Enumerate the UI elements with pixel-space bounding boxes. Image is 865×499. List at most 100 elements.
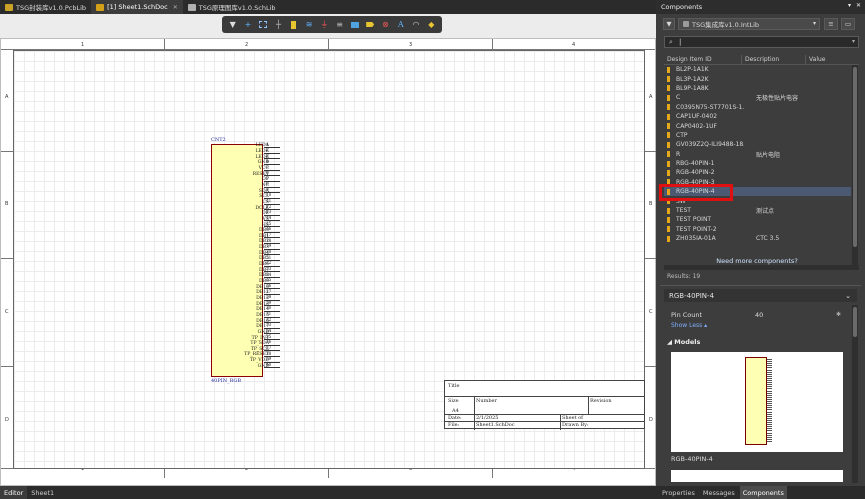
sheet-symbol-icon[interactable] bbox=[350, 20, 360, 30]
list-item[interactable]: C0395N75-ST7701S-1... bbox=[664, 103, 851, 112]
preview-pin bbox=[767, 405, 772, 407]
tab-components[interactable]: Components bbox=[739, 486, 787, 499]
preview-pin bbox=[767, 369, 772, 371]
chevron-down-icon[interactable]: ▾ bbox=[852, 38, 855, 45]
panel-title: Components bbox=[661, 3, 703, 11]
component-designator[interactable]: CNT2 bbox=[211, 137, 226, 143]
pin-number: 26 bbox=[266, 282, 272, 288]
list-item[interactable]: C 无极性贴片电容 bbox=[664, 93, 851, 102]
bus-icon[interactable]: ≋ bbox=[304, 20, 314, 30]
component-icon bbox=[667, 169, 670, 176]
doc-tab-schlib[interactable]: TSG原理图库v1.0.SchLib bbox=[183, 0, 281, 14]
item-id: TEST bbox=[676, 207, 691, 215]
chevron-down-icon[interactable]: ⌄ bbox=[845, 292, 851, 300]
preview-pin bbox=[767, 365, 772, 367]
search-input[interactable]: ⌕ | ▾ bbox=[664, 36, 859, 48]
close-icon[interactable]: ✕ bbox=[173, 4, 178, 11]
col-design-item-id[interactable]: Design Item ID bbox=[664, 55, 742, 65]
preview-pin bbox=[767, 426, 772, 428]
filter-icon[interactable]: ▼ bbox=[663, 18, 675, 30]
gear-icon[interactable]: ✱ bbox=[836, 311, 841, 318]
filter-icon[interactable]: ▼ bbox=[228, 20, 238, 30]
component-icon bbox=[667, 226, 670, 233]
list-item[interactable]: ZH035IA-01A CTC 3.5 bbox=[664, 234, 851, 243]
tab-messages[interactable]: Messages bbox=[700, 486, 738, 499]
scroll-thumb[interactable] bbox=[853, 67, 857, 247]
tab-sheet1[interactable]: Sheet1 bbox=[27, 486, 58, 499]
item-description: 贴片电阻 bbox=[756, 151, 781, 159]
component-comment[interactable]: 40PIN_RGB bbox=[211, 378, 241, 384]
cross-icon[interactable]: + bbox=[243, 20, 253, 30]
panel-divider[interactable] bbox=[660, 285, 861, 286]
list-item[interactable]: CAP0402-1UF bbox=[664, 121, 851, 130]
tab-properties[interactable]: Properties bbox=[659, 486, 698, 499]
show-less-link[interactable]: Show Less ▴ bbox=[671, 322, 707, 329]
schdoc-file-icon bbox=[96, 3, 105, 11]
component-icon bbox=[667, 198, 670, 205]
title-block[interactable]: Title Size Number Revision A4 Date: 2/1/… bbox=[444, 380, 645, 430]
detail-scrollbar[interactable] bbox=[852, 305, 858, 483]
preview-symbol bbox=[745, 357, 767, 445]
panel-tabs: Properties Messages Components bbox=[656, 486, 865, 499]
doc-tab-pcblib[interactable]: TSG封装库v1.0.PcbLib bbox=[0, 0, 91, 14]
list-item[interactable]: TEST POINT-2 bbox=[664, 225, 851, 234]
view-mode-icon[interactable]: ▭ bbox=[841, 18, 855, 30]
component-icon bbox=[667, 94, 670, 101]
list-item[interactable]: BL3P-1A2K bbox=[664, 74, 851, 83]
net-label-icon[interactable]: ≡ bbox=[335, 20, 345, 30]
item-id: TEST POINT-2 bbox=[676, 225, 717, 233]
pin-number: 33 bbox=[266, 322, 272, 328]
pin-number: 25 bbox=[266, 277, 272, 283]
list-item[interactable]: BL9P-1A8K bbox=[664, 84, 851, 93]
col-description[interactable]: Description bbox=[742, 55, 806, 65]
pin-count-label: Pin Count bbox=[671, 311, 703, 319]
menu-icon[interactable]: ≡ bbox=[824, 18, 838, 30]
arc-icon[interactable]: ◠ bbox=[411, 20, 421, 30]
list-item[interactable]: TEST POINT bbox=[664, 215, 851, 224]
item-id: CTP bbox=[676, 131, 688, 139]
detail-header[interactable]: RGB-40PIN-4 ⌄ bbox=[664, 289, 857, 302]
file-label: File: bbox=[448, 422, 460, 428]
list-item[interactable]: CAP1UF-0402 bbox=[664, 112, 851, 121]
list-item[interactable]: RBG-40PIN-1 bbox=[664, 159, 851, 168]
port-icon[interactable] bbox=[365, 20, 375, 30]
zone-col-label: 4 bbox=[572, 42, 576, 48]
col-value[interactable]: Value bbox=[806, 55, 859, 65]
list-item[interactable]: GV039Z2Q-ILI9488-18... bbox=[664, 140, 851, 149]
preview-pin bbox=[767, 430, 772, 432]
tab-editor[interactable]: Editor bbox=[0, 486, 28, 499]
component-icon bbox=[667, 179, 670, 186]
pin-number: 7 bbox=[266, 175, 269, 181]
list-hscrollbar[interactable] bbox=[664, 265, 859, 270]
list-item[interactable]: CTP bbox=[664, 131, 851, 140]
preview-pin bbox=[767, 390, 772, 392]
pin-icon[interactable]: ▾ bbox=[848, 2, 851, 9]
close-icon[interactable]: ✕ bbox=[856, 2, 861, 9]
zone-row-label: C bbox=[5, 309, 9, 315]
scroll-thumb[interactable] bbox=[853, 307, 857, 337]
power-port-icon[interactable]: ⏚ bbox=[319, 20, 329, 30]
zone-divider bbox=[1, 258, 13, 259]
preview-pin bbox=[767, 396, 772, 398]
list-item[interactable]: R 贴片电阻 bbox=[664, 150, 851, 159]
part-icon[interactable] bbox=[289, 20, 299, 30]
list-item[interactable]: SW bbox=[664, 196, 851, 205]
list-item[interactable]: TEST 测试点 bbox=[664, 206, 851, 215]
harness-icon[interactable]: ◆ bbox=[426, 20, 436, 30]
doc-tab-schdoc[interactable]: [1] Sheet1.SchDoc ✕ bbox=[91, 0, 183, 14]
no-erc-icon[interactable]: ⊗ bbox=[380, 20, 390, 30]
footprint-preview[interactable] bbox=[671, 470, 843, 482]
list-item[interactable]: RGB-40PIN-4 bbox=[664, 187, 851, 197]
library-select[interactable]: TSG集成库v1.0.IntLib ▾ bbox=[678, 18, 820, 30]
models-section-header[interactable]: ◢ Models bbox=[667, 338, 700, 346]
list-scrollbar[interactable] bbox=[852, 65, 858, 265]
list-item[interactable]: RGB-40PIN-3 bbox=[664, 178, 851, 187]
need-more-components-link[interactable]: Need more components? bbox=[664, 257, 850, 265]
zone-row-label: A bbox=[649, 94, 653, 100]
text-icon[interactable]: A bbox=[396, 20, 406, 30]
move-icon[interactable]: ┼ bbox=[273, 20, 283, 30]
list-item[interactable]: RGB-40PIN-2 bbox=[664, 168, 851, 177]
list-item[interactable]: BL2P-1A1K bbox=[664, 65, 851, 74]
rect-select-icon[interactable] bbox=[258, 20, 268, 30]
pin-number: 40 bbox=[266, 361, 272, 367]
